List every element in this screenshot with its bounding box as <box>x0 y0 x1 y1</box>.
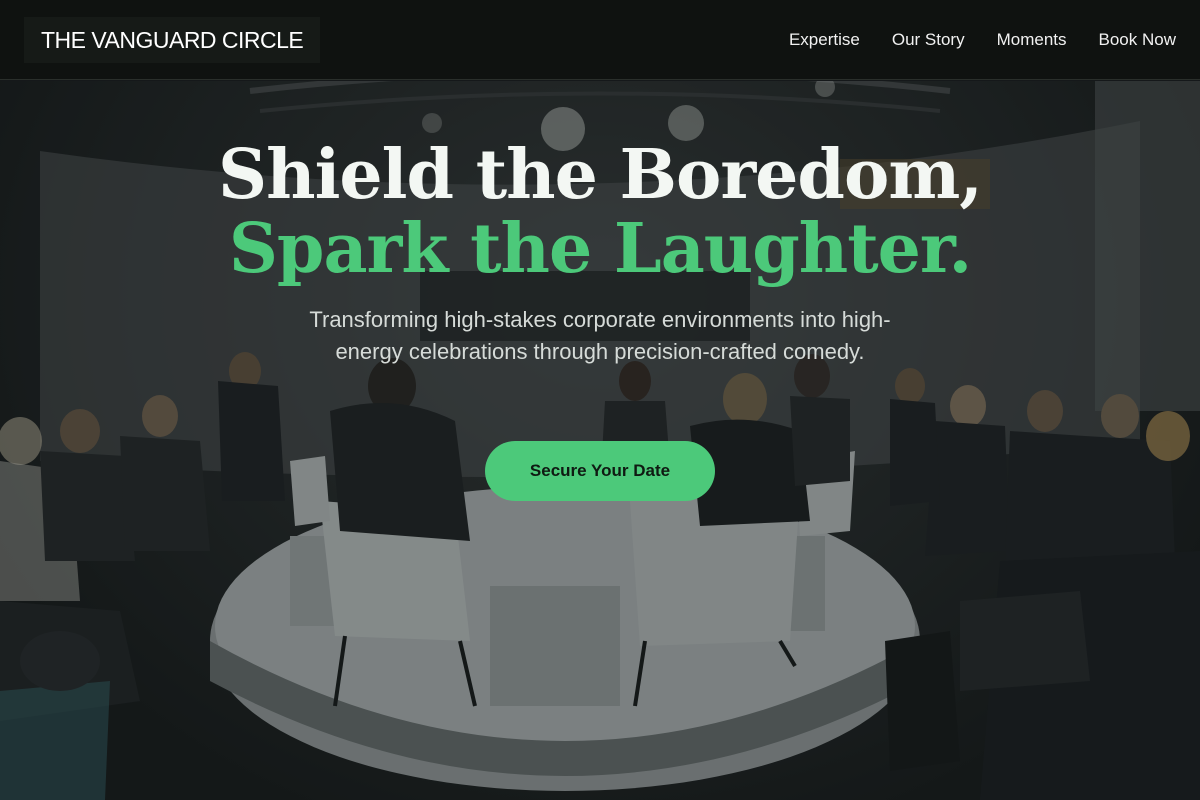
nav-our-story[interactable]: Our Story <box>892 30 965 50</box>
nav-book-now[interactable]: Book Now <box>1099 30 1176 50</box>
main-nav: Expertise Our Story Moments Book Now <box>757 0 1176 80</box>
secure-date-button[interactable]: Secure Your Date <box>485 441 715 501</box>
headline-line-1: Shield the Boredom, <box>218 135 983 215</box>
hero-headline: Shield the Boredom, Spark the Laughter. <box>0 138 1200 286</box>
hero-subtitle: Transforming high-stakes corporate envir… <box>309 307 891 364</box>
headline-line-2: Spark the Laughter. <box>228 209 972 289</box>
nav-moments[interactable]: Moments <box>997 30 1067 50</box>
site-header: THE VANGUARD CIRCLE Expertise Our Story … <box>0 0 1200 80</box>
nav-expertise[interactable]: Expertise <box>789 30 860 50</box>
logo[interactable]: THE VANGUARD CIRCLE <box>24 17 321 63</box>
